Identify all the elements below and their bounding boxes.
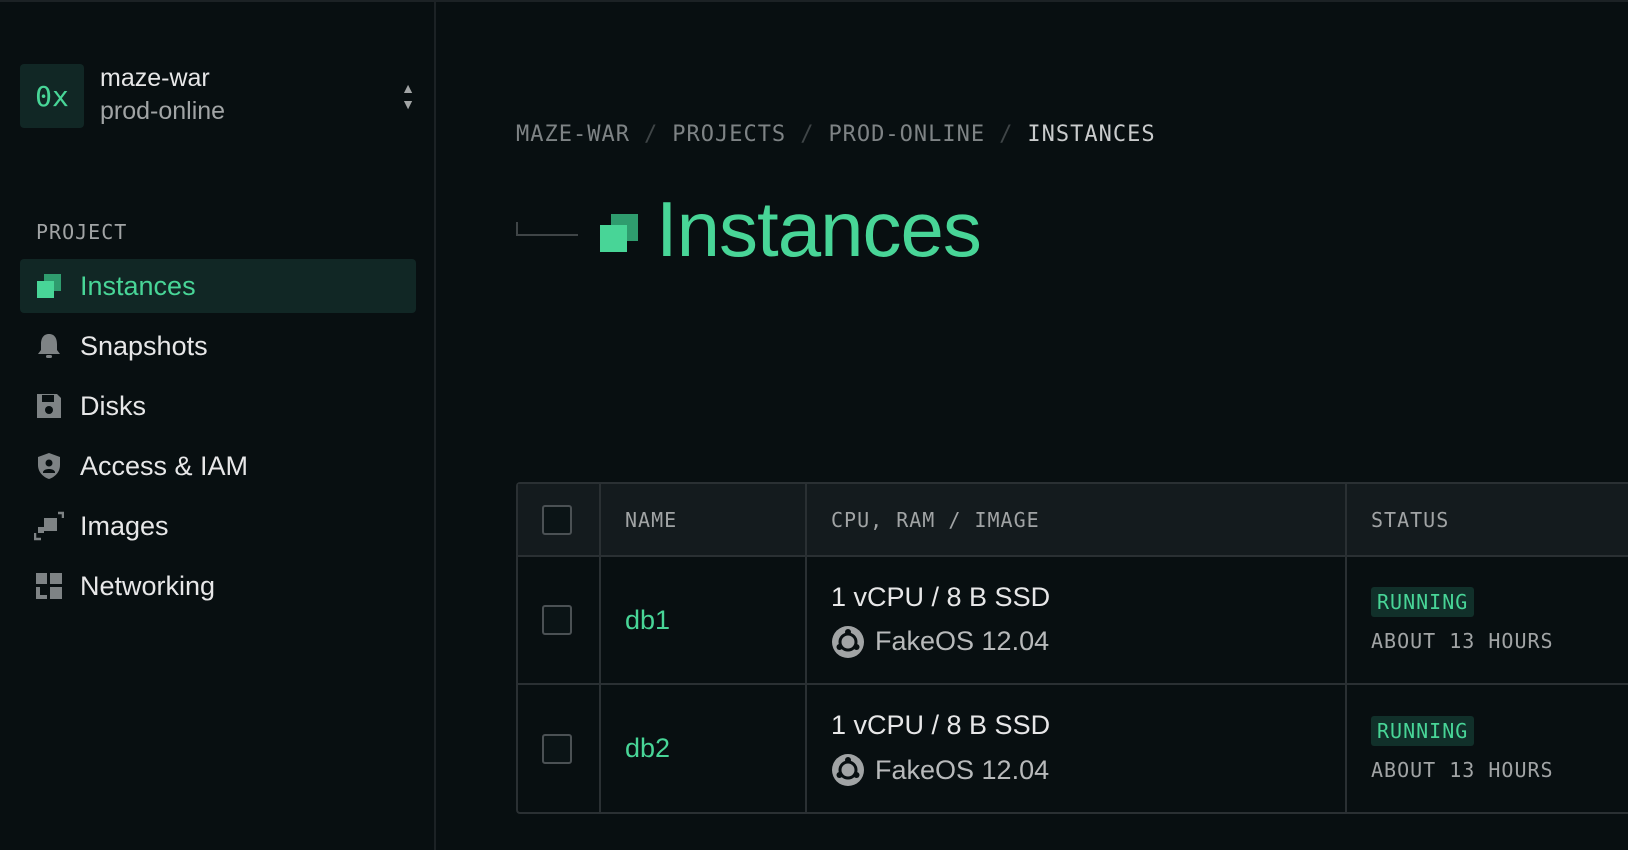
table-header-row: NAME CPU, RAM / IMAGE STATUS: [518, 484, 1628, 557]
sidebar-item-label: Networking: [80, 570, 216, 601]
breadcrumb-item-projects[interactable]: PROJECTS: [672, 122, 786, 147]
instance-spec: 1 vCPU / 8 B SSD: [831, 710, 1051, 740]
row-checkbox[interactable]: [542, 605, 572, 635]
table-row: db1 1 vCPU / 8 B SSD FakeOS 12.04 RUNNIN…: [518, 556, 1628, 685]
table-row: db2 1 vCPU / 8 B SSD FakeOS 12.04 RUNNIN…: [518, 684, 1628, 812]
instances-title-icon: [600, 214, 638, 252]
status-badge: RUNNING: [1371, 715, 1475, 746]
sidebar-item-snapshots[interactable]: Snapshots: [20, 319, 416, 373]
sidebar-item-disks[interactable]: Disks: [20, 379, 416, 433]
os-logo-icon: [832, 754, 864, 786]
instance-name-link[interactable]: db1: [600, 556, 807, 685]
sidebar-item-access-iam[interactable]: Access & IAM: [20, 439, 416, 493]
project-switcher[interactable]: 0x maze-war prod-online ▲ ▼: [20, 62, 416, 132]
breadcrumb-separator: /: [800, 122, 815, 147]
networking-icon: [34, 571, 64, 601]
switcher-toggle-icon[interactable]: ▲ ▼: [400, 80, 416, 116]
instance-status-cell: RUNNING ABOUT 13 HOURS: [1346, 556, 1628, 685]
page-title: Instances: [656, 185, 982, 273]
breadcrumb-separator: /: [999, 122, 1014, 147]
disk-icon: [34, 391, 64, 421]
instance-image-label: FakeOS 12.04: [875, 754, 1050, 785]
nav-heading: PROJECT: [36, 220, 128, 244]
instance-image-label: FakeOS 12.04: [875, 626, 1050, 656]
select-all-checkbox[interactable]: [542, 504, 572, 535]
column-header-status[interactable]: STATUS: [1346, 484, 1628, 557]
instance-image: FakeOS 12.04: [831, 625, 1345, 659]
breadcrumb: MAZE-WAR / PROJECTS / PROD-ONLINE / INSTANCES: [516, 122, 1156, 147]
org-name: maze-war: [100, 64, 210, 92]
sidebar-item-images[interactable]: Images: [20, 499, 416, 553]
row-select-cell: [518, 556, 601, 685]
sidebar-item-label: Instances: [80, 270, 196, 301]
row-select-cell: [518, 684, 601, 812]
sidebar: 0x maze-war prod-online ▲ ▼ PROJECT Inst…: [0, 2, 436, 850]
sidebar-item-label: Access & IAM: [80, 450, 249, 481]
breadcrumb-separator: /: [643, 122, 659, 147]
column-header-name[interactable]: NAME: [600, 484, 807, 557]
project-name: prod-online: [100, 97, 226, 125]
breadcrumb-item-org[interactable]: MAZE-WAR: [516, 122, 630, 147]
status-time: ABOUT 13 HOURS: [1371, 629, 1554, 653]
instance-spec: 1 vCPU / 8 B SSD: [831, 581, 1051, 612]
main-content: MAZE-WAR / PROJECTS / PROD-ONLINE / INSTANCES …: [438, 2, 1628, 850]
app-window: 0x maze-war prod-online ▲ ▼ PROJECT Inst…: [0, 0, 1628, 850]
status-badge: RUNNING: [1371, 587, 1475, 617]
sidebar-nav: Instances Snapshots Disks Access & IAM I…: [20, 259, 416, 619]
status-time: ABOUT 13 HOURS: [1371, 757, 1554, 782]
select-all-cell: [518, 484, 601, 557]
breadcrumb-item-project[interactable]: PROD-ONLINE: [828, 122, 985, 147]
instance-status-cell: RUNNING ABOUT 13 HOURS: [1346, 684, 1628, 812]
sidebar-item-label: Snapshots: [80, 330, 208, 361]
instance-spec-cell: 1 vCPU / 8 B SSD FakeOS 12.04: [806, 684, 1347, 812]
instances-icon: [34, 271, 64, 301]
column-header-spec[interactable]: CPU, RAM / IMAGE: [806, 484, 1347, 557]
breadcrumb-item-current: INSTANCES: [1027, 122, 1156, 147]
instance-spec-cell: 1 vCPU / 8 B SSD FakeOS 12.04: [806, 556, 1347, 685]
sidebar-item-networking[interactable]: Networking: [20, 559, 416, 613]
instance-image: FakeOS 12.04: [831, 753, 1345, 787]
images-icon: [34, 511, 64, 541]
sidebar-item-label: Images: [80, 510, 169, 541]
org-logo: 0x: [20, 64, 84, 128]
sidebar-item-instances[interactable]: Instances: [20, 259, 416, 313]
instances-table: NAME CPU, RAM / IMAGE STATUS db1 1 vCPU …: [516, 482, 1628, 814]
sidebar-item-label: Disks: [80, 390, 146, 421]
bell-icon: [34, 331, 64, 361]
shield-icon: [34, 451, 64, 481]
row-checkbox[interactable]: [542, 733, 572, 764]
title-bracket-decoration: [516, 222, 578, 236]
os-logo-icon: [832, 625, 864, 658]
instance-name-link[interactable]: db2: [600, 684, 807, 812]
